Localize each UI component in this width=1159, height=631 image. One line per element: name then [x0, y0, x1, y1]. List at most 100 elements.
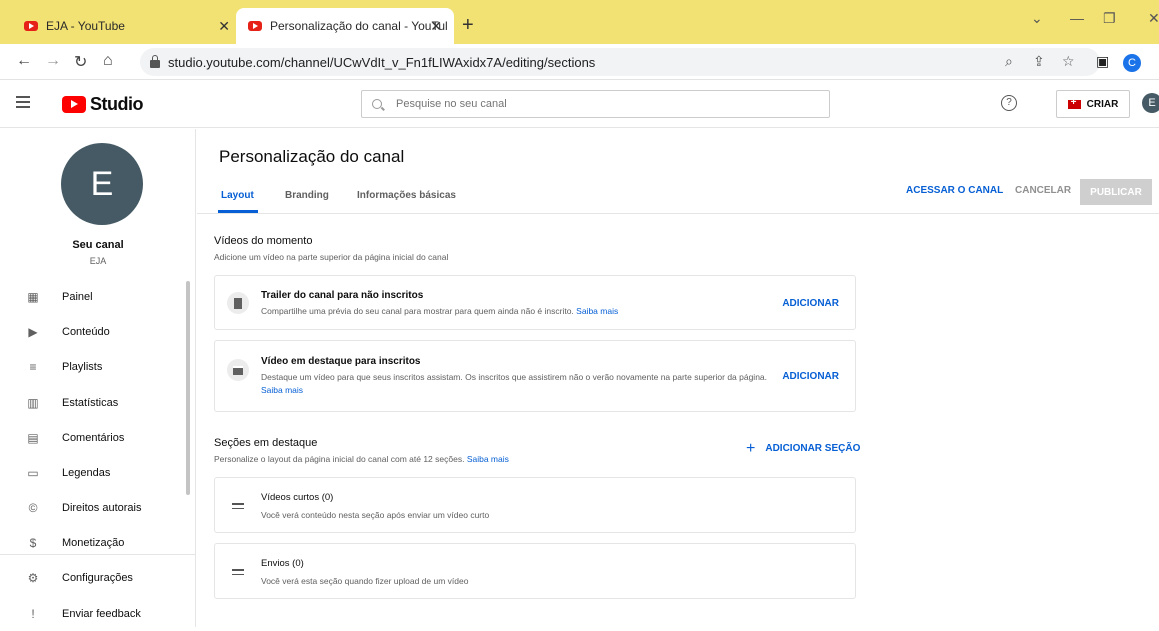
section-row-uploads[interactable]: Envios (0) Você verá esta seção quando f… — [214, 543, 856, 599]
browser-tab-label: Personalização do canal - YouTul — [270, 19, 448, 33]
search-input[interactable] — [396, 98, 796, 110]
row-title: Envios (0) — [261, 558, 304, 569]
sidebar-divider — [0, 554, 196, 555]
sidebar-item-label: Direitos autorais — [62, 502, 142, 514]
cancel-button[interactable]: CANCELAR — [1015, 185, 1071, 196]
section-title-featured-video: Vídeos do momento — [214, 235, 313, 247]
browser-tab-eja[interactable]: EJA - YouTube ✕ — [24, 8, 240, 44]
share-icon[interactable]: ⇪ — [1033, 53, 1045, 70]
plus-icon: + — [746, 439, 756, 457]
analytics-icon: ▥ — [27, 396, 39, 410]
tab-search-chevron-icon[interactable]: ⌄ — [1031, 10, 1043, 27]
row-description: Você verá esta seção quando fizer upload… — [261, 576, 469, 586]
channel-name: EJA — [89, 256, 107, 266]
publish-button[interactable]: PUBLICAR — [1080, 179, 1152, 205]
youtube-favicon-icon — [24, 21, 38, 31]
browser-tab-personalization[interactable]: Personalização do canal - YouTul ✕ — [236, 8, 454, 44]
sidebar-scrollbar[interactable] — [186, 281, 190, 495]
tab-branding[interactable]: Branding — [285, 190, 329, 201]
youtube-favicon-icon — [248, 21, 262, 31]
learn-more-link[interactable]: Saiba mais — [467, 454, 509, 464]
clapperboard-icon — [227, 359, 249, 381]
help-icon[interactable]: ? — [1001, 95, 1017, 111]
forward-icon[interactable]: → — [45, 52, 61, 70]
search-icon — [372, 99, 382, 109]
restore-icon[interactable]: ❐ — [1103, 10, 1116, 27]
address-bar[interactable]: studio.youtube.com/channel/UCwVdIt_v_Fn1… — [140, 48, 1100, 76]
add-featured-video-button[interactable]: ADICIONAR — [782, 371, 839, 382]
studio-header: Studio ? CRIAR E — [0, 80, 1159, 128]
comments-icon: ▤ — [27, 431, 39, 445]
sidebar-item-copyright[interactable]: © Direitos autorais — [0, 491, 196, 525]
studio-logo[interactable]: Studio — [62, 94, 144, 115]
search-box[interactable] — [361, 90, 830, 118]
new-tab-icon[interactable]: + — [462, 14, 474, 37]
view-channel-button[interactable]: ACESSAR O CANAL — [906, 185, 1003, 196]
sidebar-item-dashboard[interactable]: ▦ Painel — [0, 280, 196, 314]
browser-tab-label: EJA - YouTube — [46, 19, 125, 33]
sidebar-item-playlists[interactable]: ≡ Playlists — [0, 350, 196, 384]
url-text: studio.youtube.com/channel/UCwVdIt_v_Fn1… — [168, 54, 596, 70]
sidebar-item-analytics[interactable]: ▥ Estatísticas — [0, 386, 196, 420]
row-description: Você verá conteúdo nesta seção após envi… — [261, 510, 490, 520]
channel-avatar[interactable]: E — [61, 143, 143, 225]
section-title-featured-sections: Seções em destaque — [214, 437, 318, 449]
drag-handle-icon[interactable] — [232, 503, 244, 512]
menu-icon[interactable] — [16, 96, 30, 108]
tabs-divider — [197, 213, 1159, 214]
sidebar-item-label: Enviar feedback — [62, 608, 141, 620]
sidebar-item-label: Painel — [62, 291, 93, 303]
section-desc-featured-video: Adicione um vídeo na parte superior da p… — [214, 252, 449, 262]
card-description: Destaque um vídeo para que seus inscrito… — [261, 372, 768, 395]
browser-tab-bar: EJA - YouTube ✕ Personalização do canal … — [0, 0, 1159, 44]
drag-handle-icon[interactable] — [232, 569, 244, 578]
card-description: Compartilhe uma prévia do seu canal para… — [261, 306, 619, 316]
youtube-logo-icon — [62, 96, 86, 113]
zoom-icon[interactable]: ⌕ — [1005, 53, 1013, 70]
subtitles-icon: ▭ — [27, 466, 39, 480]
minimize-icon[interactable]: — — [1070, 10, 1084, 26]
lock-icon — [150, 54, 160, 68]
logo-text: Studio — [90, 94, 144, 114]
create-button[interactable]: CRIAR — [1056, 90, 1130, 118]
section-desc-featured-sections: Personalize o layout da página inicial d… — [214, 454, 509, 464]
add-trailer-button[interactable]: ADICIONAR — [782, 298, 839, 309]
card-title: Trailer do canal para não inscritos — [261, 290, 424, 301]
close-tab-icon[interactable]: ✕ — [430, 18, 442, 35]
learn-more-link[interactable]: Saiba mais — [576, 306, 618, 316]
sidebar-item-label: Estatísticas — [62, 397, 119, 409]
tab-basic-info[interactable]: Informações básicas — [357, 190, 456, 201]
bookmark-star-icon[interactable]: ☆ — [1062, 53, 1075, 70]
sidebar-item-label: Legendas — [62, 467, 111, 479]
sidebar-item-settings[interactable]: ⚙ Configurações — [0, 561, 196, 595]
close-tab-icon[interactable]: ✕ — [218, 18, 230, 35]
tab-layout[interactable]: Layout — [221, 190, 254, 201]
account-avatar[interactable]: E — [1142, 93, 1159, 113]
section-row-shorts[interactable]: Vídeos curtos (0) Você verá conteúdo nes… — [214, 477, 856, 533]
sidebar-item-content[interactable]: ▶ Conteúdo — [0, 315, 196, 349]
sidebar-item-comments[interactable]: ▤ Comentários — [0, 421, 196, 455]
sidebar-item-subtitles[interactable]: ▭ Legendas — [0, 456, 196, 490]
sidebar-item-label: Playlists — [62, 361, 103, 373]
card-channel-trailer: Trailer do canal para não inscritos Comp… — [214, 275, 856, 330]
browser-profile-avatar[interactable]: C — [1123, 54, 1141, 72]
reload-icon[interactable]: ↻ — [74, 52, 87, 72]
settings-icon: ⚙ — [27, 571, 39, 585]
sidebar-item-label: Configurações — [62, 572, 133, 584]
page-title: Personalização do canal — [219, 147, 405, 166]
playlists-icon: ≡ — [29, 360, 37, 374]
home-icon[interactable]: ⌂ — [103, 52, 113, 70]
card-title: Vídeo em destaque para inscritos — [261, 356, 421, 367]
film-icon — [227, 292, 249, 314]
back-icon[interactable]: ← — [16, 52, 32, 70]
sidebar-item-feedback[interactable]: ! Enviar feedback — [0, 597, 196, 631]
add-section-button[interactable]: + ADICIONAR SEÇÃO — [746, 439, 860, 457]
feedback-icon: ! — [31, 607, 35, 621]
sidebar: E Seu canal EJA ▦ Painel ▶ Conteúdo ≡ Pl… — [0, 129, 196, 627]
side-panel-icon[interactable]: ▣ — [1096, 53, 1109, 70]
create-label: CRIAR — [1086, 98, 1119, 110]
content-icon: ▶ — [28, 325, 38, 339]
learn-more-link[interactable]: Saiba mais — [261, 385, 303, 395]
row-title: Vídeos curtos (0) — [261, 492, 334, 503]
close-window-icon[interactable]: ✕ — [1148, 10, 1159, 27]
